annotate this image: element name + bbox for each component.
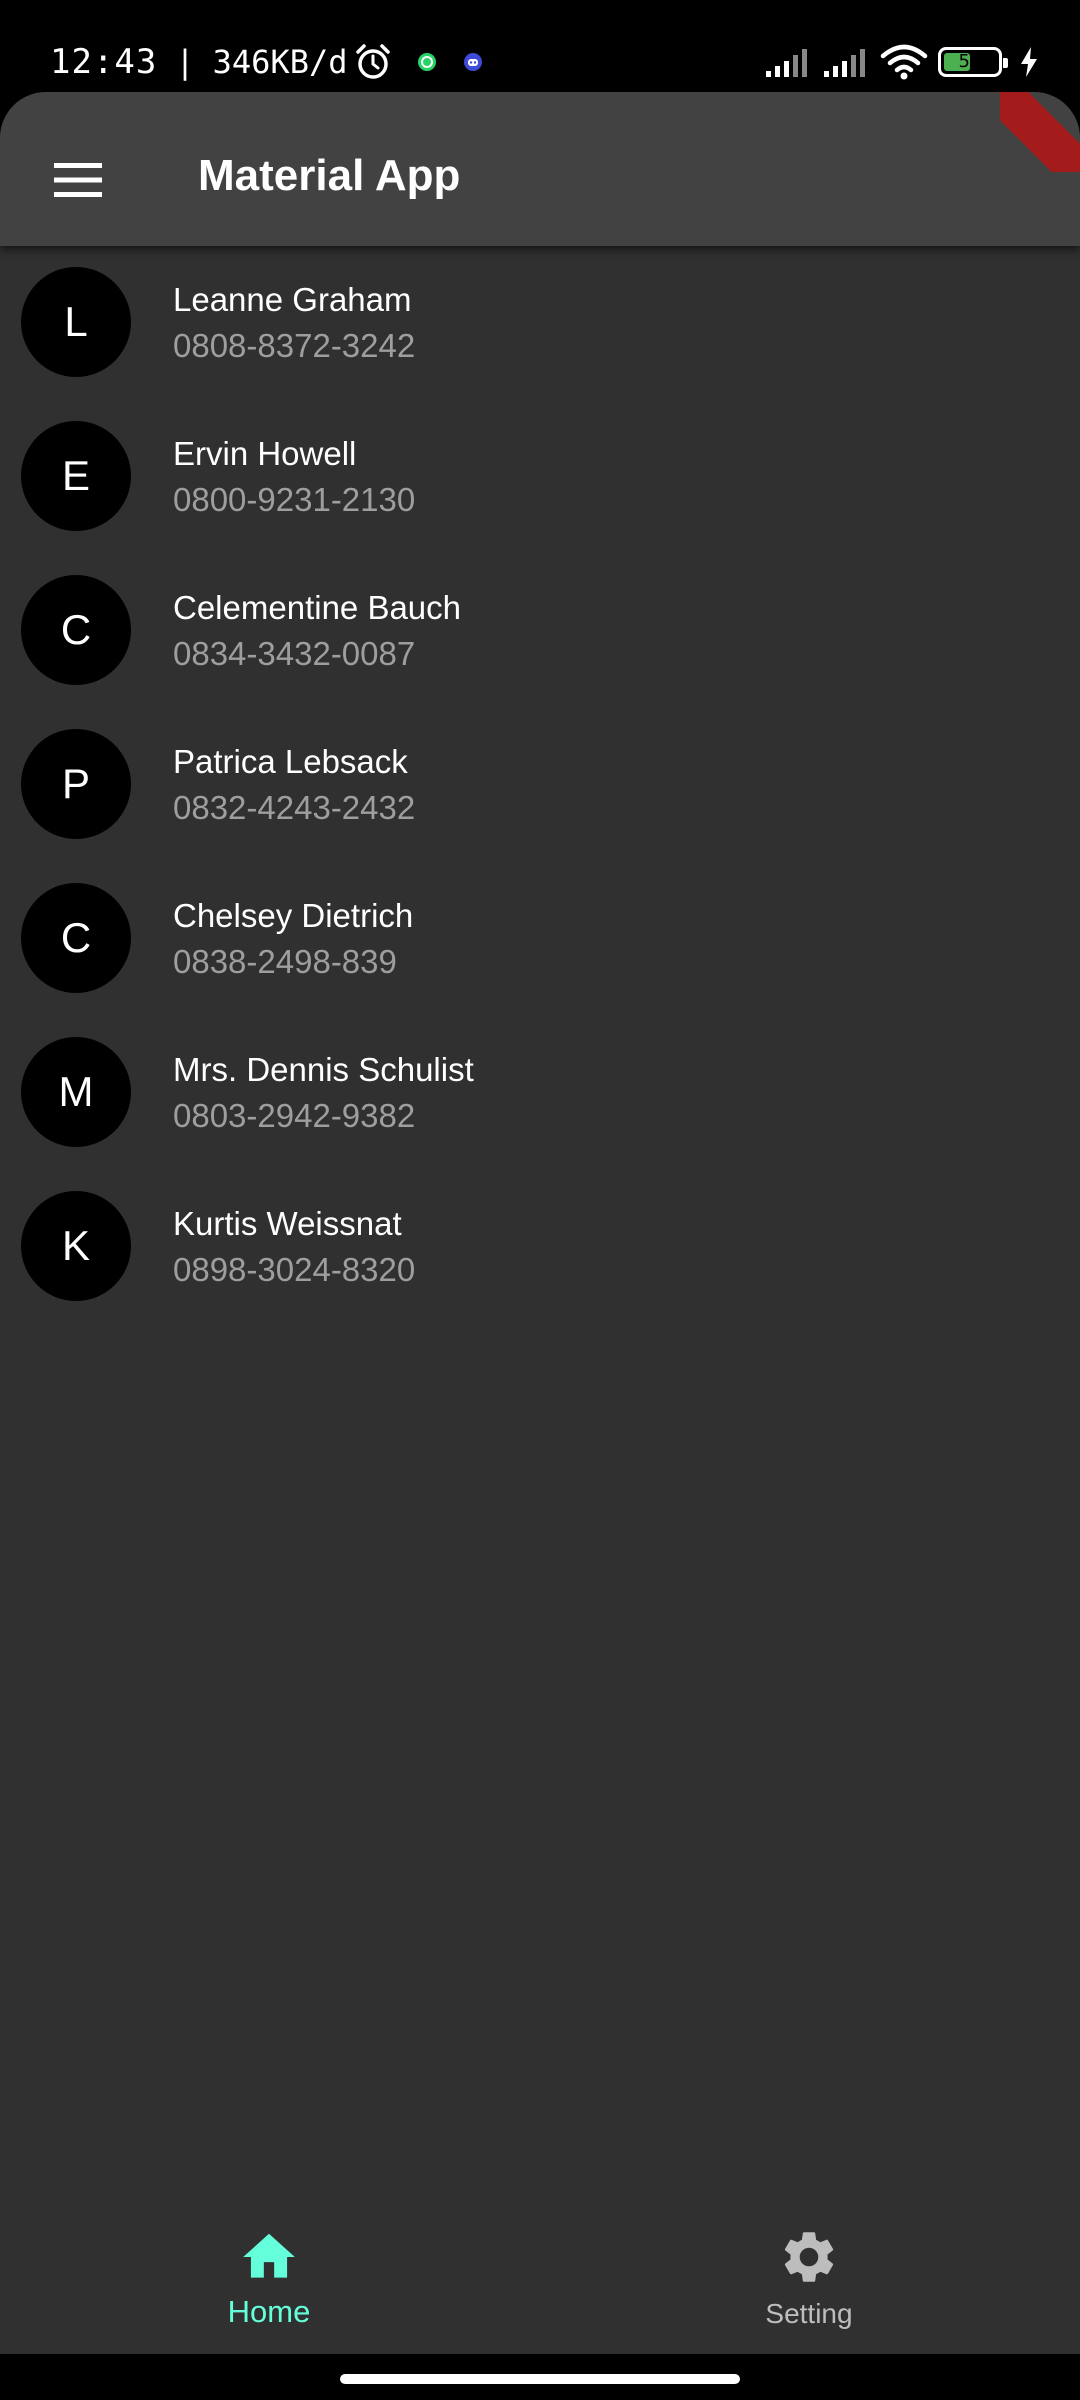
signal-icon — [822, 45, 870, 79]
discord-icon — [461, 50, 485, 74]
avatar: C — [21, 575, 131, 685]
contact-name: Kurtis Weissnat — [173, 1205, 402, 1242]
status-right: 53 — [754, 40, 1040, 84]
contact-name: Patrica Lebsack — [173, 743, 408, 780]
status-separator: | — [175, 43, 195, 81]
list-item[interactable]: M Mrs. Dennis Schulist 0803-2942-9382 — [0, 1016, 1080, 1170]
avatar: K — [21, 1191, 131, 1301]
list-item[interactable]: C Celementine Bauch 0834-3432-0087 — [0, 554, 1080, 708]
page-title: Material App — [198, 151, 461, 200]
contact-phone: 0800-9231-2130 — [173, 481, 416, 518]
contact-name: Chelsey Dietrich — [173, 897, 414, 934]
battery-level: 53 — [958, 51, 982, 72]
contact-name: Leanne Graham — [173, 281, 412, 318]
signal-icon — [764, 45, 812, 79]
avatar: P — [21, 729, 131, 839]
contact-list: L Leanne Graham 0808-8372-3242 E Ervin H… — [0, 246, 1080, 1324]
app-bar: Material App — [0, 92, 1080, 246]
nav-label-setting: Setting — [765, 2298, 853, 2329]
list-item[interactable]: L Leanne Graham 0808-8372-3242 — [0, 246, 1080, 400]
menu-icon — [54, 163, 102, 197]
contact-name: Mrs. Dennis Schulist — [173, 1051, 474, 1088]
bottom-navigation: Home Setting — [0, 2200, 1080, 2354]
alarm-icon — [353, 42, 393, 82]
avatar: C — [21, 883, 131, 993]
network-speed: 346KB/d — [212, 43, 348, 81]
status-bar: 12:43 | 346KB/d 53 — [0, 0, 1080, 92]
nav-label-home: Home — [227, 2294, 311, 2329]
app-screen: Material App L Leanne Graham 0808-8372-3… — [0, 92, 1080, 2354]
notification-icons — [353, 42, 507, 82]
avatar: L — [21, 267, 131, 377]
avatar: E — [21, 421, 131, 531]
battery-icon: 53 — [938, 47, 1008, 77]
charging-icon — [1018, 45, 1040, 79]
menu-button[interactable] — [30, 132, 126, 228]
list-item[interactable]: C Chelsey Dietrich 0838-2498-839 — [0, 862, 1080, 1016]
avatar: M — [21, 1037, 131, 1147]
contact-name: Ervin Howell — [173, 435, 357, 472]
contact-phone: 0832-4243-2432 — [173, 789, 416, 826]
gesture-handle[interactable] — [340, 2374, 740, 2384]
nav-item-home[interactable]: Home — [119, 2226, 419, 2336]
list-item[interactable]: E Ervin Howell 0800-9231-2130 — [0, 400, 1080, 554]
contact-phone: 0808-8372-3242 — [173, 327, 416, 364]
contact-phone: 0803-2942-9382 — [173, 1097, 416, 1134]
list-item[interactable]: K Kurtis Weissnat 0898-3024-8320 — [0, 1170, 1080, 1324]
list-item[interactable]: P Patrica Lebsack 0832-4243-2432 — [0, 708, 1080, 862]
whatsapp-icon — [415, 50, 439, 74]
status-left: 12:43 | 346KB/d — [50, 38, 507, 86]
gesture-area — [0, 2354, 1080, 2400]
wifi-icon — [880, 44, 928, 80]
debug-banner — [1000, 92, 1080, 172]
home-icon — [243, 2233, 295, 2278]
status-time: 12:43 — [50, 42, 158, 82]
contact-name: Celementine Bauch — [173, 589, 462, 626]
contact-phone: 0834-3432-0087 — [173, 635, 416, 672]
nav-item-setting[interactable]: Setting — [659, 2226, 959, 2336]
gear-icon — [784, 2232, 834, 2282]
contact-phone: 0838-2498-839 — [173, 943, 397, 980]
contact-phone: 0898-3024-8320 — [173, 1251, 416, 1288]
